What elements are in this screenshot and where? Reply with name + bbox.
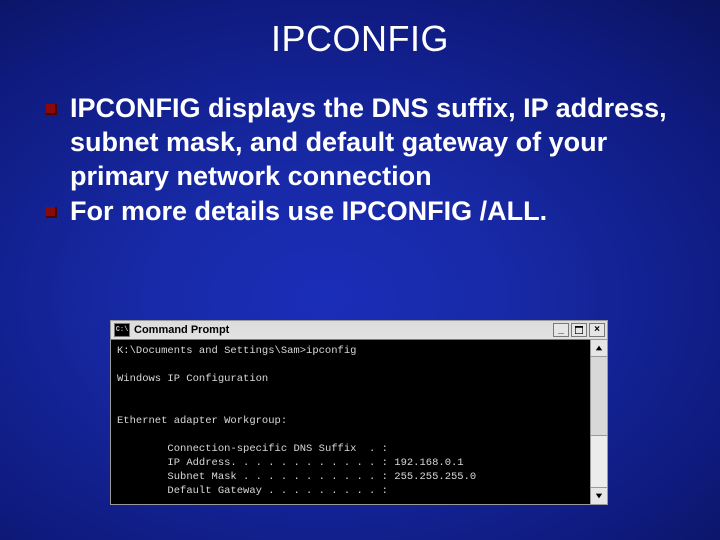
command-prompt-window: C:\ Command Prompt _ × K:\Documents and … bbox=[110, 320, 608, 505]
window-title: Command Prompt bbox=[134, 324, 553, 336]
window-body: K:\Documents and Settings\Sam>ipconfig W… bbox=[110, 340, 608, 505]
bullet-list: IPCONFIG displays the DNS suffix, IP add… bbox=[40, 92, 680, 229]
row-value: 192.168.0.1 bbox=[394, 457, 463, 469]
scroll-thumb[interactable] bbox=[590, 356, 608, 436]
config-header: Windows IP Configuration bbox=[117, 373, 268, 385]
prompt-line: K:\Documents and Settings\Sam>ipconfig bbox=[117, 345, 356, 357]
slide: IPCONFIG IPCONFIG displays the DNS suffi… bbox=[0, 0, 720, 540]
bullet-item: For more details use IPCONFIG /ALL. bbox=[46, 195, 674, 229]
row-label: Default Gateway . . . . . . . . . : bbox=[167, 485, 388, 497]
close-button[interactable]: × bbox=[589, 323, 605, 337]
terminal-output: K:\Documents and Settings\Sam>ipconfig W… bbox=[111, 340, 590, 504]
cmd-icon: C:\ bbox=[114, 323, 130, 337]
scrollbar[interactable] bbox=[590, 340, 607, 504]
scroll-track[interactable] bbox=[591, 357, 607, 487]
maximize-button[interactable] bbox=[571, 323, 587, 337]
adapter-line: Ethernet adapter Workgroup: bbox=[117, 415, 287, 427]
scroll-up-button[interactable] bbox=[590, 339, 608, 357]
slide-title: IPCONFIG bbox=[40, 18, 680, 60]
row-value: 255.255.255.0 bbox=[394, 471, 476, 483]
row-label: Subnet Mask . . . . . . . . . . . : bbox=[167, 471, 388, 483]
titlebar: C:\ Command Prompt _ × bbox=[110, 320, 608, 340]
window-buttons: _ × bbox=[553, 323, 605, 337]
row-label: IP Address. . . . . . . . . . . . : bbox=[167, 457, 388, 469]
bullet-item: IPCONFIG displays the DNS suffix, IP add… bbox=[46, 92, 674, 193]
row-label: Connection-specific DNS Suffix . : bbox=[167, 443, 388, 455]
scroll-down-button[interactable] bbox=[590, 487, 608, 505]
minimize-button[interactable]: _ bbox=[553, 323, 569, 337]
